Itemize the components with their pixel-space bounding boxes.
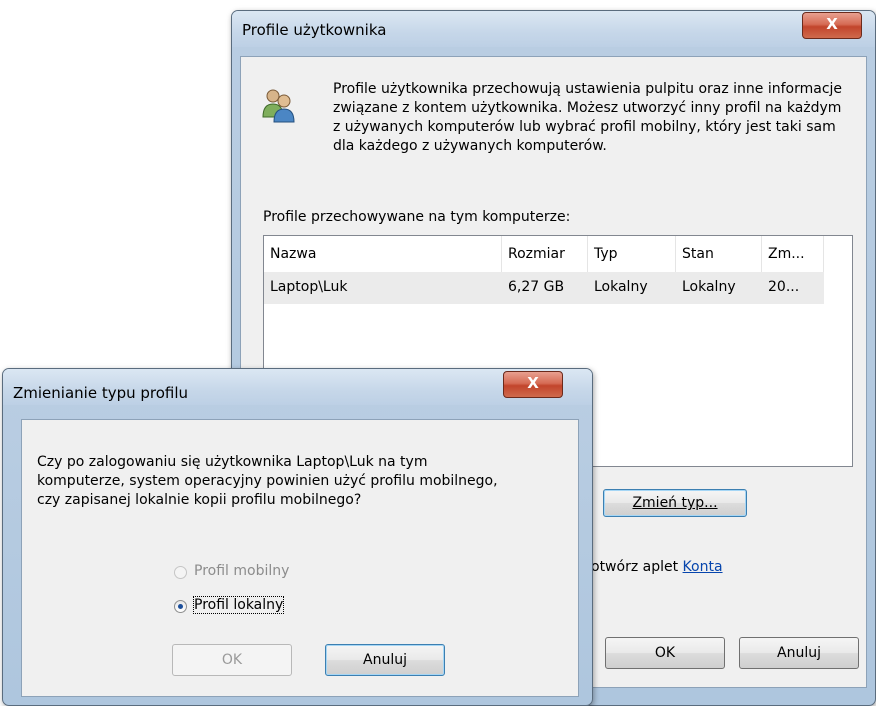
- change-type-dialog: Zmienianie typu profilu X Czy po zalogow…: [2, 368, 593, 706]
- column-header-state[interactable]: Stan: [676, 236, 762, 272]
- change-type-titlebar[interactable]: Zmienianie typu profilu X: [3, 369, 592, 405]
- list-header: Nazwa Rozmiar Typ Stan Zm...: [264, 236, 852, 272]
- profiles-title: Profile użytkownika: [242, 21, 387, 39]
- radio-local-profile[interactable]: [174, 600, 187, 613]
- profiles-list-label: Profile przechowywane na tym komputerze:: [263, 209, 571, 225]
- column-header-modified[interactable]: Zm...: [762, 236, 824, 272]
- change-type-question: Czy po zalogowaniu się użytkownika Lapto…: [37, 454, 498, 508]
- cell-name: Laptop\Luk: [270, 279, 348, 295]
- accounts-link[interactable]: Konta: [683, 559, 723, 575]
- cell-size: 6,27 GB: [508, 279, 565, 295]
- accounts-hint-text: otwórz aplet: [591, 559, 679, 575]
- column-header-size[interactable]: Rozmiar: [502, 236, 588, 272]
- users-icon: [261, 87, 297, 123]
- profiles-cancel-button[interactable]: Anuluj: [739, 637, 859, 669]
- change-type-cancel-button[interactable]: Anuluj: [325, 644, 445, 676]
- profiles-ok-button[interactable]: OK: [605, 637, 725, 669]
- change-type-ok-button[interactable]: OK: [172, 644, 292, 676]
- cell-type: Lokalny: [594, 279, 648, 295]
- change-type-close-button[interactable]: X: [503, 371, 563, 398]
- radio-mobile-label: Profil mobilny: [194, 563, 290, 579]
- change-type-button[interactable]: Zmień typ...: [603, 489, 747, 517]
- radio-local-label: Profil lokalny: [192, 596, 285, 614]
- column-header-type[interactable]: Typ: [588, 236, 676, 272]
- change-type-client-area: Czy po zalogowaniu się użytkownika Lapto…: [21, 419, 579, 697]
- change-type-title: Zmienianie typu profilu: [13, 384, 189, 402]
- radio-mobile-profile[interactable]: [174, 566, 187, 579]
- cell-modified: 20...: [768, 279, 800, 295]
- table-row[interactable]: Laptop\Luk 6,27 GB Lokalny Lokalny 20...: [264, 272, 824, 304]
- profiles-description: Profile użytkownika przechowują ustawien…: [333, 81, 843, 154]
- cell-state: Lokalny: [682, 279, 736, 295]
- accounts-hint: otwórz aplet Konta: [591, 559, 723, 575]
- column-header-name[interactable]: Nazwa: [264, 236, 502, 272]
- profiles-close-button[interactable]: X: [802, 12, 862, 39]
- profiles-titlebar[interactable]: Profile użytkownika X: [232, 11, 875, 47]
